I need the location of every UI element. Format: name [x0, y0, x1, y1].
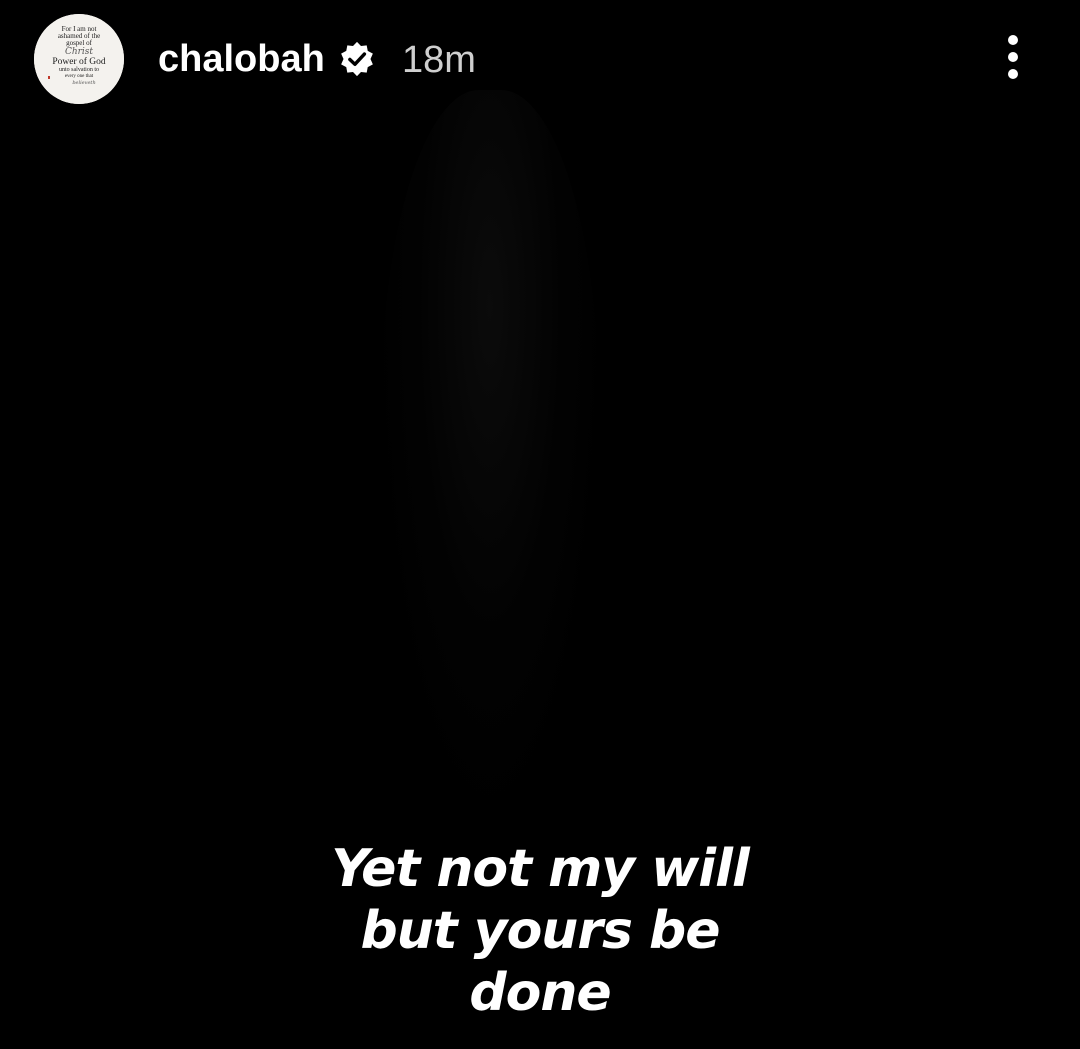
background-silhouette [380, 90, 600, 810]
story-header: For I am not ashamed of the gospel of Ch… [0, 0, 1080, 120]
more-options-button[interactable] [990, 26, 1036, 90]
avatar-artwork: For I am not ashamed of the gospel of Ch… [34, 14, 124, 104]
avatar-line: Christ [65, 47, 93, 57]
caption-line: Yet not my will [331, 839, 750, 899]
story-caption: Yet not my will but yours be done [240, 838, 840, 1024]
profile-avatar[interactable]: For I am not ashamed of the gospel of Ch… [34, 14, 124, 104]
more-vertical-icon [1008, 35, 1018, 79]
avatar-line: every one that [65, 74, 94, 79]
avatar-line: gospel of [66, 39, 93, 47]
avatar-line: Power of God [52, 56, 106, 67]
story-timestamp: 18m [402, 39, 476, 81]
verified-badge-icon [338, 40, 376, 78]
avatar-line: unto salvation to [59, 67, 99, 73]
story-username[interactable]: chalobah [158, 36, 325, 82]
avatar-line: believeth [72, 80, 95, 86]
caption-line: but yours be [360, 901, 720, 961]
caption-line: done [469, 963, 611, 1023]
